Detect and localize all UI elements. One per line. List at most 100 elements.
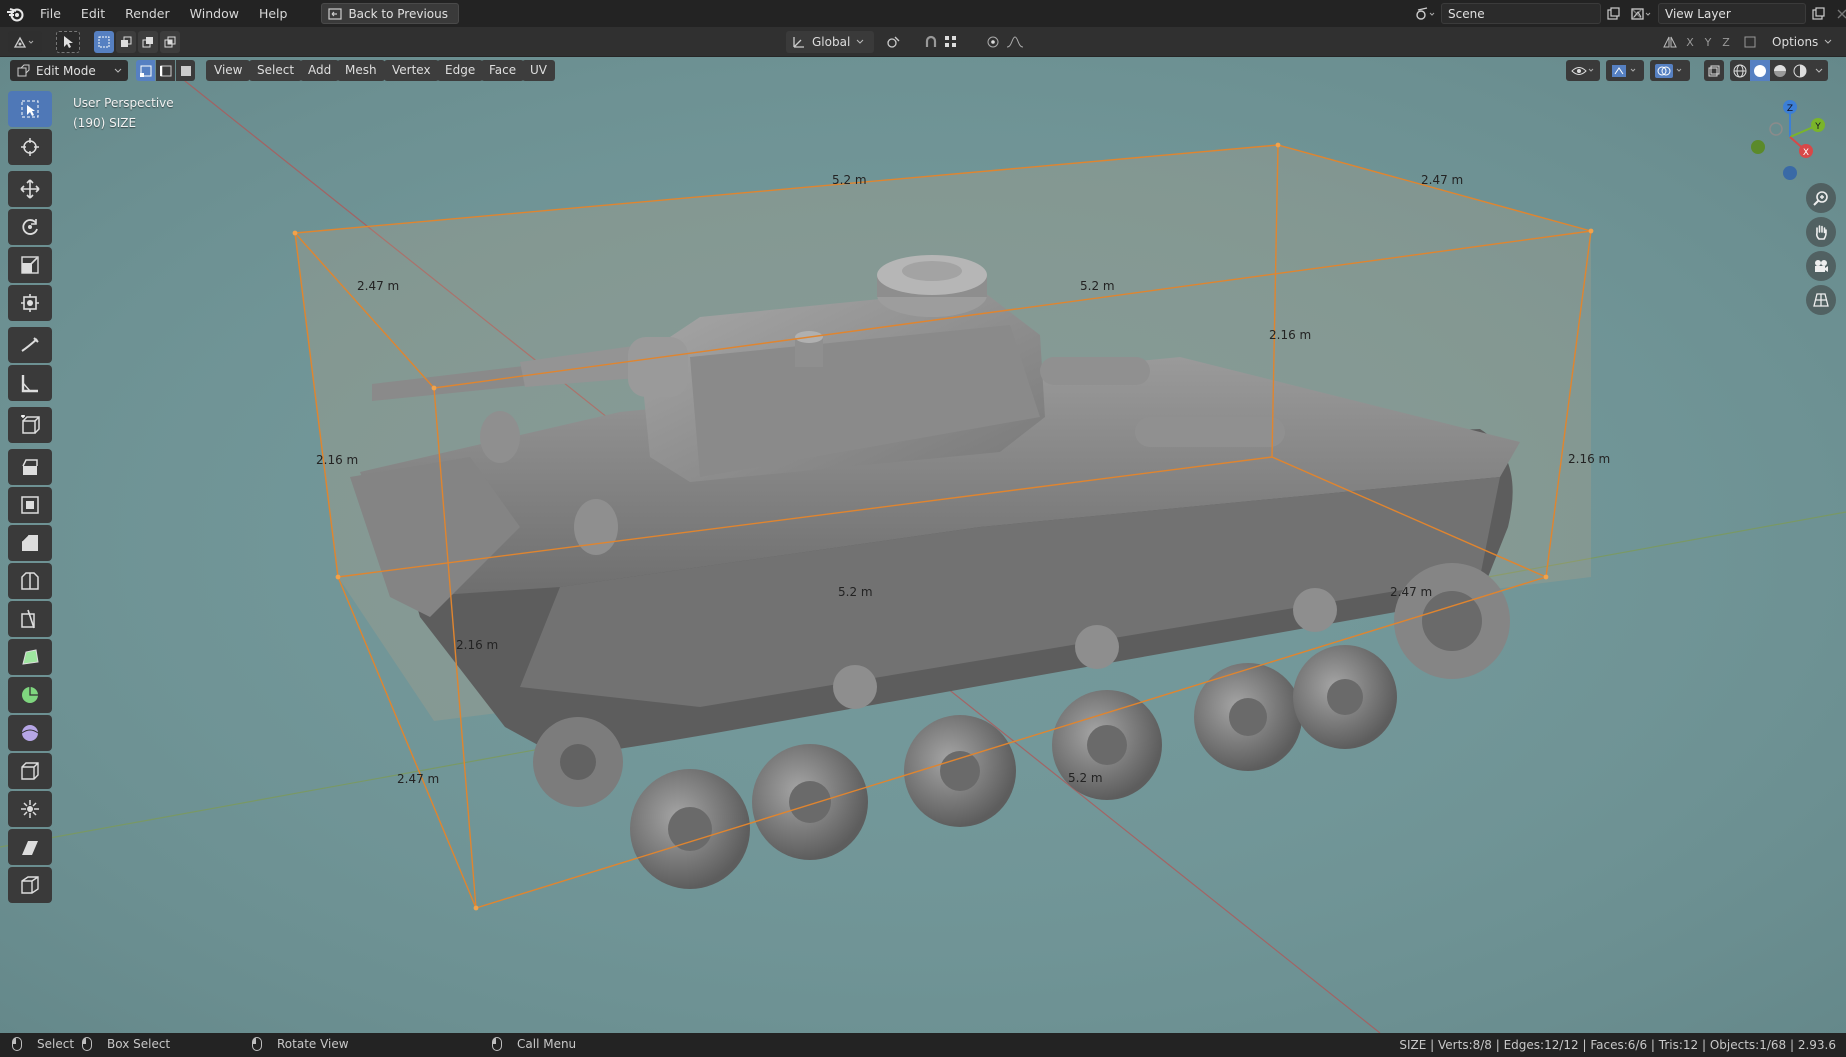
- gizmo-toggle-icon[interactable]: [1606, 60, 1644, 81]
- viewport-menu-vertex[interactable]: Vertex: [384, 60, 439, 81]
- status-call-menu-hint: Call Menu: [492, 1037, 576, 1051]
- svg-text:Z: Z: [1787, 104, 1793, 114]
- svg-text:X: X: [1803, 148, 1809, 158]
- select-mode-subtract-icon[interactable]: [138, 31, 158, 53]
- extrude-region-tool-icon[interactable]: [8, 449, 52, 485]
- select-mode-intersect-icon[interactable]: [160, 31, 180, 53]
- poly-build-tool-icon[interactable]: [8, 639, 52, 675]
- cursor-tool-icon[interactable]: [8, 129, 52, 165]
- dimension-label: 2.47 m: [1421, 173, 1464, 187]
- view-layer-field[interactable]: View Layer: [1658, 3, 1806, 24]
- dimension-label: 2.47 m: [357, 279, 400, 293]
- transform-tool-icon[interactable]: [8, 285, 52, 321]
- viewport-menu-add[interactable]: Add: [300, 60, 340, 81]
- transform-orientation-value: Global: [812, 35, 851, 49]
- menu-help[interactable]: Help: [249, 0, 298, 27]
- options-dropdown[interactable]: Options: [1766, 31, 1838, 53]
- options-label: Options: [1772, 35, 1819, 49]
- loop-cut-tool-icon[interactable]: [8, 563, 52, 599]
- editor-type-icon[interactable]: [8, 31, 42, 53]
- snapping-group[interactable]: [918, 31, 974, 53]
- new-scene-icon[interactable]: [1601, 3, 1625, 24]
- smooth-tool-icon[interactable]: [8, 715, 52, 751]
- dimension-label: 5.2 m: [1068, 771, 1103, 785]
- edge-slide-tool-icon[interactable]: [8, 753, 52, 789]
- spin-tool-icon[interactable]: [8, 677, 52, 713]
- measure-tool-icon[interactable]: [8, 365, 52, 401]
- right-mouse-icon: [492, 1037, 502, 1051]
- shear-tool-icon[interactable]: [8, 829, 52, 865]
- wireframe-shading-icon[interactable]: [1730, 60, 1750, 81]
- bevel-tool-icon[interactable]: [8, 525, 52, 561]
- select-mode-new-icon[interactable]: [94, 31, 114, 53]
- viewport-menu-mesh[interactable]: Mesh: [337, 60, 385, 81]
- viewport-menu-uv[interactable]: UV: [522, 60, 555, 81]
- mirror-axis-x[interactable]: X: [1682, 31, 1698, 53]
- mirror-icon[interactable]: [1660, 31, 1680, 53]
- menu-edit[interactable]: Edit: [71, 0, 115, 27]
- left-toolbar: [8, 91, 56, 905]
- viewport-header: Edit Mode View Select Add Mesh Vertex Ed…: [0, 57, 1846, 85]
- menu-file[interactable]: File: [30, 0, 71, 27]
- 3d-viewport[interactable]: Edit Mode View Select Add Mesh Vertex Ed…: [0, 57, 1846, 1033]
- solid-shading-icon[interactable]: [1750, 60, 1770, 81]
- active-object-label: (190) SIZE: [73, 116, 137, 130]
- rotate-tool-icon[interactable]: [8, 209, 52, 245]
- xray-toggle-icon[interactable]: [1704, 60, 1724, 81]
- toggle-perspective-grid-icon[interactable]: [1806, 285, 1836, 315]
- proportional-editing-group[interactable]: [980, 31, 1036, 53]
- auto-merge-icon[interactable]: [1740, 31, 1760, 53]
- vertex-select-mode-icon[interactable]: [136, 60, 155, 81]
- viewport-menu-select[interactable]: Select: [249, 60, 303, 81]
- menu-render[interactable]: Render: [115, 0, 180, 27]
- select-mode-extend-icon[interactable]: [116, 31, 136, 53]
- inset-faces-tool-icon[interactable]: [8, 487, 52, 523]
- viewport-menu-edge[interactable]: Edge: [437, 60, 484, 81]
- transform-orientation-dropdown[interactable]: Global: [786, 31, 874, 53]
- view-layer-browse-icon[interactable]: [1630, 3, 1654, 24]
- status-box-select-label: Box Select: [107, 1037, 171, 1051]
- new-view-layer-icon[interactable]: [1806, 3, 1830, 24]
- menu-window[interactable]: Window: [180, 0, 249, 27]
- status-rotate-view-hint: Rotate View: [252, 1037, 349, 1051]
- dimension-label: 2.16 m: [316, 453, 359, 467]
- mirror-axis-y[interactable]: Y: [1700, 31, 1716, 53]
- scene-statistics: SIZE | Verts:8/8 | Edges:12/12 | Faces:6…: [1399, 1038, 1836, 1052]
- status-rotate-view-label: Rotate View: [277, 1037, 349, 1051]
- knife-tool-icon[interactable]: [8, 601, 52, 637]
- overlays-toggle-icon[interactable]: [1650, 60, 1690, 81]
- shrink-fatten-tool-icon[interactable]: [8, 791, 52, 827]
- scene-name-field[interactable]: Scene: [1441, 3, 1601, 24]
- scene-browse-icon[interactable]: [1413, 3, 1437, 24]
- pan-view-hand-icon[interactable]: [1806, 217, 1836, 247]
- camera-view-icon[interactable]: [1806, 251, 1836, 281]
- zoom-view-icon[interactable]: [1806, 183, 1836, 213]
- interaction-mode-dropdown[interactable]: Edit Mode: [10, 60, 128, 81]
- active-tool-icon[interactable]: [56, 31, 80, 53]
- back-to-previous-button[interactable]: Back to Previous: [321, 3, 459, 24]
- face-select-mode-icon[interactable]: [176, 60, 195, 81]
- status-select-hint: Select: [12, 1037, 74, 1051]
- mirror-axis-z[interactable]: Z: [1718, 31, 1734, 53]
- material-preview-shading-icon[interactable]: [1770, 60, 1790, 81]
- selectability-visibility-icon[interactable]: [1566, 60, 1600, 81]
- dimension-label: 2.16 m: [1568, 452, 1611, 466]
- left-mouse-icon: [12, 1037, 22, 1051]
- edge-select-mode-icon[interactable]: [156, 60, 175, 81]
- blender-logo-icon[interactable]: [0, 0, 30, 27]
- scale-tool-icon[interactable]: [8, 247, 52, 283]
- scene-name: Scene: [1448, 6, 1485, 21]
- add-cube-tool-icon[interactable]: [8, 407, 52, 443]
- rendered-shading-icon[interactable]: [1790, 60, 1810, 81]
- dimension-label: 5.2 m: [1080, 279, 1115, 293]
- move-tool-icon[interactable]: [8, 171, 52, 207]
- select-box-tool-icon[interactable]: [8, 91, 52, 127]
- pivot-point-dropdown[interactable]: [880, 31, 912, 53]
- rip-region-tool-icon[interactable]: [8, 867, 52, 903]
- dimension-label: 5.2 m: [832, 173, 867, 187]
- viewport-menu-view[interactable]: View: [206, 60, 251, 81]
- viewport-menu-face[interactable]: Face: [481, 60, 525, 81]
- shading-options-chevron-icon[interactable]: [1810, 60, 1828, 81]
- delete-view-layer-icon[interactable]: [1830, 3, 1846, 24]
- annotate-tool-icon[interactable]: [8, 327, 52, 363]
